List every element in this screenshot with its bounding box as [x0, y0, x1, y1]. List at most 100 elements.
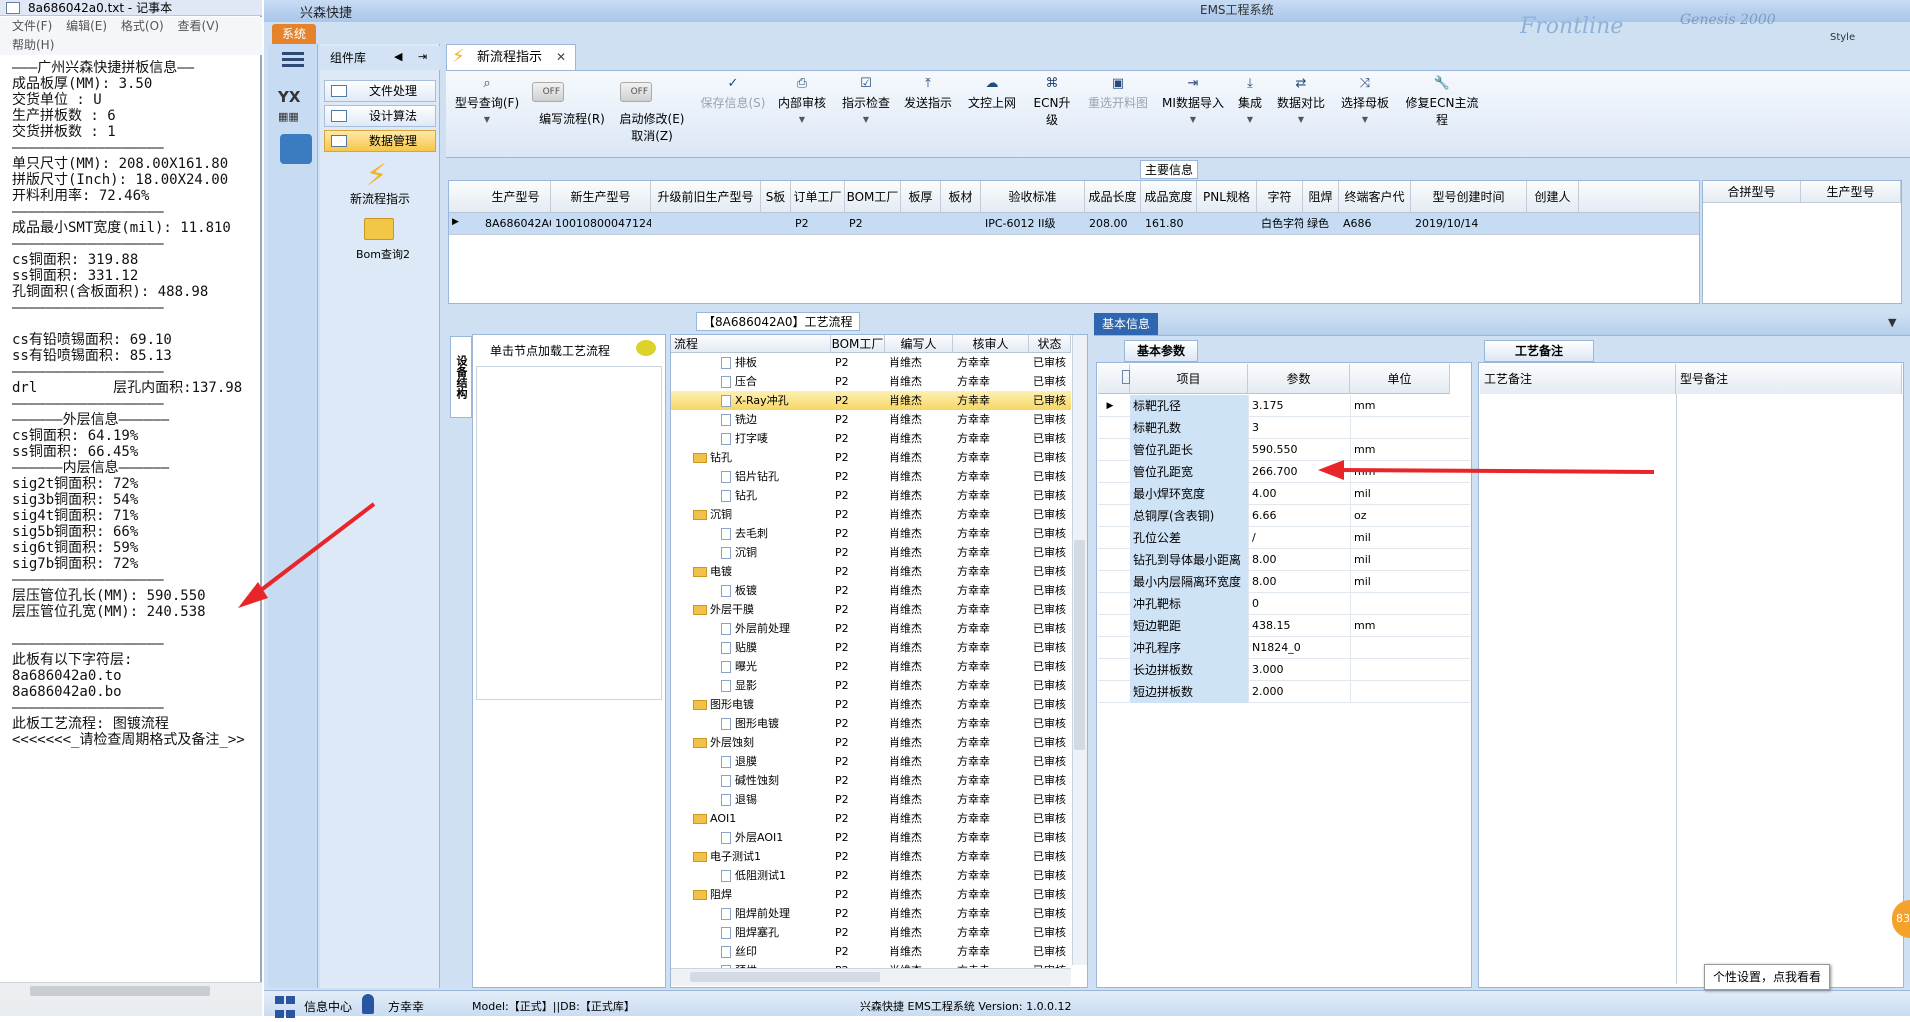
col-reviewer[interactable]: 核审人 [953, 335, 1029, 353]
main-cell-7[interactable] [941, 213, 981, 235]
process-row[interactable]: 贴膜 P2 肖维杰 方幸幸 已审核 [671, 638, 1071, 657]
comp-item-file[interactable]: 文件处理 [324, 80, 436, 102]
param-row[interactable]: 冲孔靶标 0 [1098, 593, 1470, 615]
col-param[interactable]: 参数 [1248, 364, 1350, 394]
integrate-button[interactable]: ⤓ 集成 ▼ [1234, 76, 1266, 124]
param-row[interactable]: 标靶孔数 3 [1098, 417, 1470, 439]
main-cell-14[interactable]: A686 [1339, 213, 1411, 235]
equipment-list[interactable] [476, 366, 662, 700]
main-col-15[interactable]: 型号创建时间 [1411, 181, 1527, 213]
param-row[interactable]: 标靶孔径 3.175 mm [1098, 395, 1470, 417]
main-col-10[interactable]: 成品宽度 [1141, 181, 1197, 213]
process-row[interactable]: 退锡 P2 肖维杰 方幸幸 已审核 [671, 790, 1071, 809]
main-cell-3[interactable] [761, 213, 791, 235]
param-row[interactable]: 短边靶距 438.15 mm [1098, 615, 1470, 637]
main-col-6[interactable]: 板厚 [901, 181, 941, 213]
col-merge-model[interactable]: 合拼型号 [1703, 181, 1801, 203]
col-unit[interactable]: 单位 [1350, 364, 1450, 394]
process-row[interactable]: 铣边 P2 肖维杰 方幸幸 已审核 [671, 410, 1071, 429]
process-row[interactable]: 阻焊前处理 P2 肖维杰 方幸幸 已审核 [671, 904, 1071, 923]
param-row[interactable]: 最小内层隔离环宽度 8.00 mil [1098, 571, 1470, 593]
model-query-button[interactable]: ⌕ 型号查询(F) ▼ [452, 76, 522, 124]
main-col-14[interactable]: 终端客户代码 [1339, 181, 1411, 213]
tree-scroll-thumb[interactable] [1074, 540, 1085, 750]
style-menu[interactable]: Style [1830, 32, 1855, 43]
process-row[interactable]: 丝印 P2 肖维杰 方幸幸 已审核 [671, 942, 1071, 961]
save-info-button[interactable]: ✓ 保存信息(S) [696, 76, 770, 111]
process-row[interactable]: 外层前处理 P2 肖维杰 方幸幸 已审核 [671, 619, 1071, 638]
hamburger-menu-icon[interactable] [282, 52, 304, 68]
process-row[interactable]: 打字唛 P2 肖维杰 方幸幸 已审核 [671, 429, 1071, 448]
main-col-11[interactable]: PNL规格 [1197, 181, 1257, 213]
new-flow-label[interactable]: 新流程指示 [350, 190, 410, 207]
info-center-link[interactable]: 信息中心 [304, 998, 352, 1015]
main-cell-15[interactable]: 2019/10/14 [1411, 213, 1527, 235]
main-col-3[interactable]: S板 [761, 181, 791, 213]
repair-ecn-button[interactable]: 🔧 修复ECN主流程 [1400, 76, 1484, 128]
personalize-tooltip[interactable]: 个性设置，点我看看 [1704, 964, 1830, 990]
param-value[interactable]: 2.000 [1248, 681, 1350, 703]
menu-file[interactable]: 文件(F) [12, 19, 52, 33]
main-col-0[interactable]: 生产型号 [481, 181, 551, 213]
main-cell-10[interactable]: 161.80 [1141, 213, 1197, 235]
notepad-titlebar[interactable]: 8a686042a0.txt - 记事本 [0, 0, 262, 16]
process-row[interactable]: 显影 P2 肖维杰 方幸幸 已审核 [671, 676, 1071, 695]
main-col-8[interactable]: 验收标准 [981, 181, 1085, 213]
main-cell-13[interactable]: 绿色 [1303, 213, 1339, 235]
param-row[interactable]: 钻孔到导体最小距离 8.00 mil [1098, 549, 1470, 571]
start-edit-toggle[interactable]: OFF [620, 82, 652, 102]
main-col-4[interactable]: 订单工厂 [791, 181, 845, 213]
param-row[interactable]: 长边拼板数 3.000 [1098, 659, 1470, 681]
process-row[interactable]: 外层AOI1 P2 肖维杰 方幸幸 已审核 [671, 828, 1071, 847]
col-writer[interactable]: 编写人 [885, 335, 953, 353]
tree-hscroll-thumb[interactable] [690, 972, 880, 982]
yx-module-icon[interactable]: YX ▦▦ [278, 88, 314, 124]
param-row[interactable]: 管位孔距宽 266.700 mm [1098, 461, 1470, 483]
main-col-16[interactable]: 创建人 [1527, 181, 1579, 213]
process-row[interactable]: 沉铜 P2 肖维杰 方幸幸 已审核 [671, 505, 1071, 524]
process-row[interactable]: 铝片钻孔 P2 肖维杰 方幸幸 已审核 [671, 467, 1071, 486]
menu-view[interactable]: 查看(V) [178, 19, 220, 33]
col-status[interactable]: 状态 [1029, 335, 1071, 353]
param-value[interactable]: 0 [1248, 593, 1350, 615]
process-row[interactable]: X-Ray冲孔 P2 肖维杰 方幸幸 已审核 [671, 391, 1071, 410]
main-cell-12[interactable]: 白色字符 [1257, 213, 1303, 235]
main-col-12[interactable]: 字符 [1257, 181, 1303, 213]
model-notes-column[interactable]: 型号备注 [1676, 364, 1902, 394]
notepad-text-area[interactable]: ———广州兴森快捷拼板信息—— 成品板厚(MM): 3.50 交货单位 : U 生产拼… [12, 60, 260, 980]
param-value[interactable]: 3 [1248, 417, 1350, 439]
reselect-cutting-button[interactable]: ▣ 重选开料图 [1086, 76, 1150, 111]
tab-basic-info[interactable]: 基本信息 [1094, 313, 1158, 335]
process-row[interactable]: 板镀 P2 肖维杰 方幸幸 已审核 [671, 581, 1071, 600]
param-row[interactable]: 管位孔距长 590.550 mm [1098, 439, 1470, 461]
process-row[interactable]: 沉铜 P2 肖维杰 方幸幸 已审核 [671, 543, 1071, 562]
col-bom-factory[interactable]: BOM工厂 [831, 335, 885, 353]
tab-basic-params[interactable]: 基本参数 [1124, 340, 1198, 362]
menu-edit[interactable]: 编辑(E) [66, 19, 107, 33]
calculator-module-icon[interactable] [280, 134, 312, 164]
windows-icon[interactable] [274, 994, 296, 1018]
process-row[interactable]: 阻焊塞孔 P2 肖维杰 方幸幸 已审核 [671, 923, 1071, 942]
collapse-arrow-icon[interactable]: ◀ [394, 50, 402, 63]
param-value[interactable]: 3.175 [1248, 395, 1350, 417]
pin-icon[interactable]: ⇥ [418, 50, 427, 63]
notepad-scroll-thumb[interactable] [30, 986, 210, 996]
process-row[interactable]: 电子测试1 P2 肖维杰 方幸幸 已审核 [671, 847, 1071, 866]
main-cell-11[interactable] [1197, 213, 1257, 235]
process-row[interactable]: AOI1 P2 肖维杰 方幸幸 已审核 [671, 809, 1071, 828]
param-value[interactable]: 8.00 [1248, 549, 1350, 571]
process-row[interactable]: 曝光 P2 肖维杰 方幸幸 已审核 [671, 657, 1071, 676]
process-row[interactable]: 低阻测试1 P2 肖维杰 方幸幸 已审核 [671, 866, 1071, 885]
process-notes-column[interactable]: 工艺备注 [1480, 364, 1676, 394]
main-cell-1[interactable]: 10010800047124 [551, 213, 651, 235]
main-cell-0[interactable]: 8A686042A0 [481, 213, 551, 235]
param-value[interactable]: / [1248, 527, 1350, 549]
ecn-upgrade-button[interactable]: ⌘ ECN升级 [1028, 76, 1076, 128]
process-row[interactable]: 电镀 P2 肖维杰 方幸幸 已审核 [671, 562, 1071, 581]
process-row[interactable]: 压合 P2 肖维杰 方幸幸 已审核 [671, 372, 1071, 391]
main-col-5[interactable]: BOM工厂 [845, 181, 901, 213]
param-value[interactable]: 6.66 [1248, 505, 1350, 527]
process-row[interactable]: 钻孔 P2 肖维杰 方幸幸 已审核 [671, 486, 1071, 505]
comp-item-data[interactable]: 数据管理 [324, 130, 436, 152]
param-row[interactable]: 短边拼板数 2.000 [1098, 681, 1470, 703]
